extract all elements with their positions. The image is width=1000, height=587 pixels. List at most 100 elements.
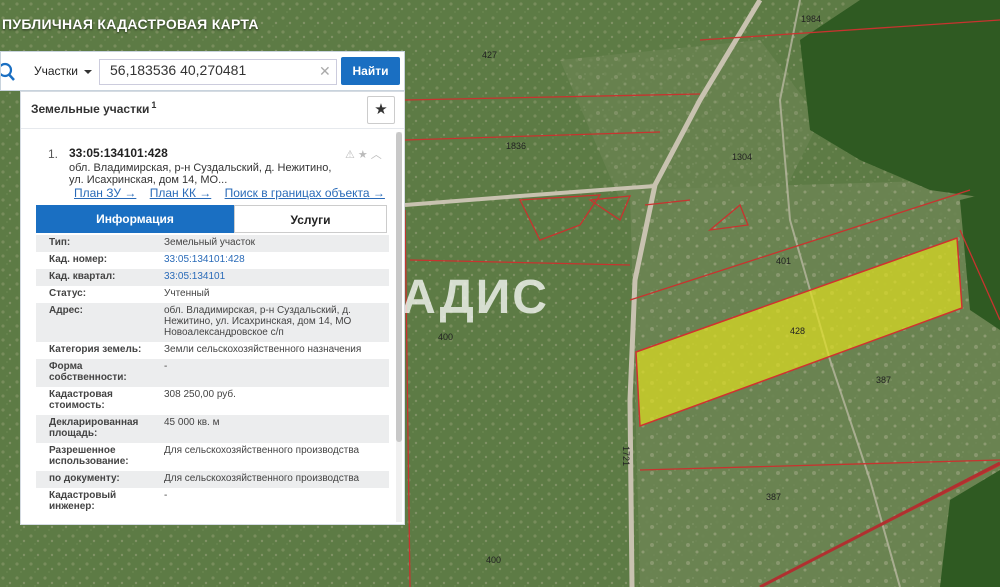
info-key: Декларированная площадь: xyxy=(49,417,154,439)
info-value: Для сельскохозяйственного производства xyxy=(164,445,382,456)
info-key: Разрешенное использование: xyxy=(49,445,154,467)
info-row: Кадастровый инженер: - xyxy=(36,488,389,516)
info-value[interactable]: 33:05:134101 xyxy=(164,271,382,282)
parcel-label: 1304 xyxy=(732,152,752,162)
result-address-line: обл. Владимирская, р-н Суздальский, д. Н… xyxy=(69,162,332,174)
find-button[interactable]: Найти xyxy=(341,57,400,85)
scrollbar-thumb[interactable] xyxy=(396,132,402,442)
info-key-line: Разрешенное xyxy=(49,445,116,456)
favorite-button[interactable]: ★ xyxy=(367,96,395,124)
info-row: Тип: Земельный участок xyxy=(36,235,389,252)
search-in-bounds-link[interactable]: Поиск в границах объекта → xyxy=(225,186,385,200)
info-key-line: площадь: xyxy=(49,428,98,439)
plan-kk-link[interactable]: План КК → xyxy=(150,186,212,200)
info-row: Категория земель: Земли сельскохозяйствен… xyxy=(36,342,389,359)
info-value: 45 000 кв. м xyxy=(164,417,382,428)
parcel-label: 1984 xyxy=(801,14,821,24)
info-key-line: Кадастровый xyxy=(49,490,117,501)
info-row: Кад. квартал: 33:05:134101 xyxy=(36,269,389,286)
info-value: 308 250,00 руб. xyxy=(164,389,382,400)
info-value-line: Для сельскохозяйственного производства xyxy=(164,473,360,484)
info-key-line: инженер: xyxy=(49,501,95,512)
info-table: Тип: Земельный участок Кад. номер: 33:05:13… xyxy=(36,235,389,516)
info-value[interactable]: 33:05:134101:428 xyxy=(164,254,382,265)
close-icon[interactable]: ✕ xyxy=(319,63,331,80)
info-key-line: Статус: xyxy=(49,288,87,299)
info-value-line[interactable]: 33:05:134101 xyxy=(164,271,382,282)
info-key-line: использование: xyxy=(49,456,129,467)
info-key: Кад. квартал: xyxy=(49,271,154,282)
info-value: обл. Владимирская, р-н Суздальский, д. Не… xyxy=(164,305,382,338)
result-count: 1 xyxy=(151,100,157,110)
info-key-line: Адрес: xyxy=(49,305,83,316)
info-key: Категория земель: xyxy=(49,344,154,355)
info-value-line: Земли сельскохозяйственного назначения xyxy=(164,344,362,355)
result-number: 1. xyxy=(48,147,59,161)
info-key: Кадастровый инженер: xyxy=(49,490,154,512)
info-key: по документу: xyxy=(49,473,154,484)
search-input[interactable]: 56,183536 40,270481 xyxy=(99,59,337,85)
info-value-line: - xyxy=(164,490,168,501)
info-value: Учтенный xyxy=(164,288,382,299)
result-actions: ⚠★︿ xyxy=(345,146,385,162)
info-value: Для сельскохозяйственного производства xyxy=(164,473,382,484)
info-key-line: по документу: xyxy=(49,473,120,484)
info-key: Кадастровая стоимость: xyxy=(49,389,154,411)
parcel-label: 400 xyxy=(438,332,453,342)
app-title: ПУБЛИЧНАЯ КАДАСТРОВАЯ КАРТА xyxy=(2,16,259,32)
info-row: по документу: Для сельскохозяйственного п… xyxy=(36,471,389,488)
info-row: Разрешенное использование: Для сельскохозя… xyxy=(36,443,389,471)
info-key: Тип: xyxy=(49,237,154,248)
chevron-down-icon xyxy=(84,70,92,74)
search-type-select[interactable]: Участки xyxy=(27,59,97,83)
tab-information[interactable]: Информация xyxy=(36,205,234,233)
info-value-line: Учтенный xyxy=(164,288,210,299)
parcel-label: 401 xyxy=(776,256,791,266)
parcel-label: 387 xyxy=(766,492,781,502)
warning-icon[interactable]: ⚠ xyxy=(345,149,358,161)
result-links: План ЗУ → План КК → Поиск в границах объ… xyxy=(74,186,395,200)
info-row: Статус: Учтенный xyxy=(36,286,389,303)
info-row: Адрес: обл. Владимирская, р-н Суздальский… xyxy=(36,303,389,342)
info-value: Земельный участок xyxy=(164,237,382,248)
info-value-line: 308 250,00 руб. xyxy=(164,389,236,400)
info-row: Кадастровая стоимость: 308 250,00 руб. xyxy=(36,387,389,415)
result-address: обл. Владимирская, р-н Суздальский, д. Н… xyxy=(69,162,339,186)
info-key-line: стоимость: xyxy=(49,400,105,411)
info-value-line: обл. Владимирская, р-н Суздальский, д. xyxy=(164,305,351,316)
info-value-line: Нежитино, ул. Исахринская, дом 14, МО xyxy=(164,316,352,327)
parcel-label: 428 xyxy=(790,326,805,336)
star-icon[interactable]: ★ xyxy=(358,149,371,161)
result-address-line: ул. Исахринская, дом 14, МО... xyxy=(69,174,228,186)
parcel-label: 1721 xyxy=(621,446,631,466)
result-cadastral-id[interactable]: 33:05:134101:428 xyxy=(69,146,168,160)
info-row: Форма собственности: - xyxy=(36,359,389,387)
info-key-line: Кад. квартал: xyxy=(49,271,116,282)
info-value-line: 45 000 кв. м xyxy=(164,417,220,428)
chevron-up-icon[interactable]: ︿ xyxy=(371,149,385,161)
info-key-line: Кад. номер: xyxy=(49,254,108,265)
info-value: - xyxy=(164,490,382,501)
panel-title-text: Земельные участки xyxy=(31,102,150,116)
info-key: Кад. номер: xyxy=(49,254,154,265)
info-key: Форма собственности: xyxy=(49,361,154,383)
info-key: Адрес: xyxy=(49,305,154,316)
info-value-line[interactable]: 33:05:134101:428 xyxy=(164,254,382,265)
info-key-line: Тип: xyxy=(49,237,71,248)
info-key-line: Форма xyxy=(49,361,83,372)
tab-services[interactable]: Услуги xyxy=(234,205,387,233)
info-key-line: Категория земель: xyxy=(49,344,142,355)
parcel-label: 427 xyxy=(482,50,497,60)
info-value: Земли сельскохозяйственного назначения xyxy=(164,344,382,355)
parcel-label: 1836 xyxy=(506,141,526,151)
search-bar: Участки 56,183536 40,270481 ✕ Найти xyxy=(0,51,405,91)
info-value-line: Для сельскохозяйственного производства xyxy=(164,445,360,456)
info-key-line: Кадастровая xyxy=(49,389,113,400)
info-key: Статус: xyxy=(49,288,154,299)
search-type-label: Участки xyxy=(34,64,78,78)
info-value: - xyxy=(164,361,382,372)
search-icon[interactable] xyxy=(1,61,19,83)
plan-zu-link[interactable]: План ЗУ → xyxy=(74,186,136,200)
results-panel: Земельные участки 1 ★ 1. 33:05:134101:428… xyxy=(20,91,405,525)
tabs: Информация Услуги xyxy=(36,205,388,233)
